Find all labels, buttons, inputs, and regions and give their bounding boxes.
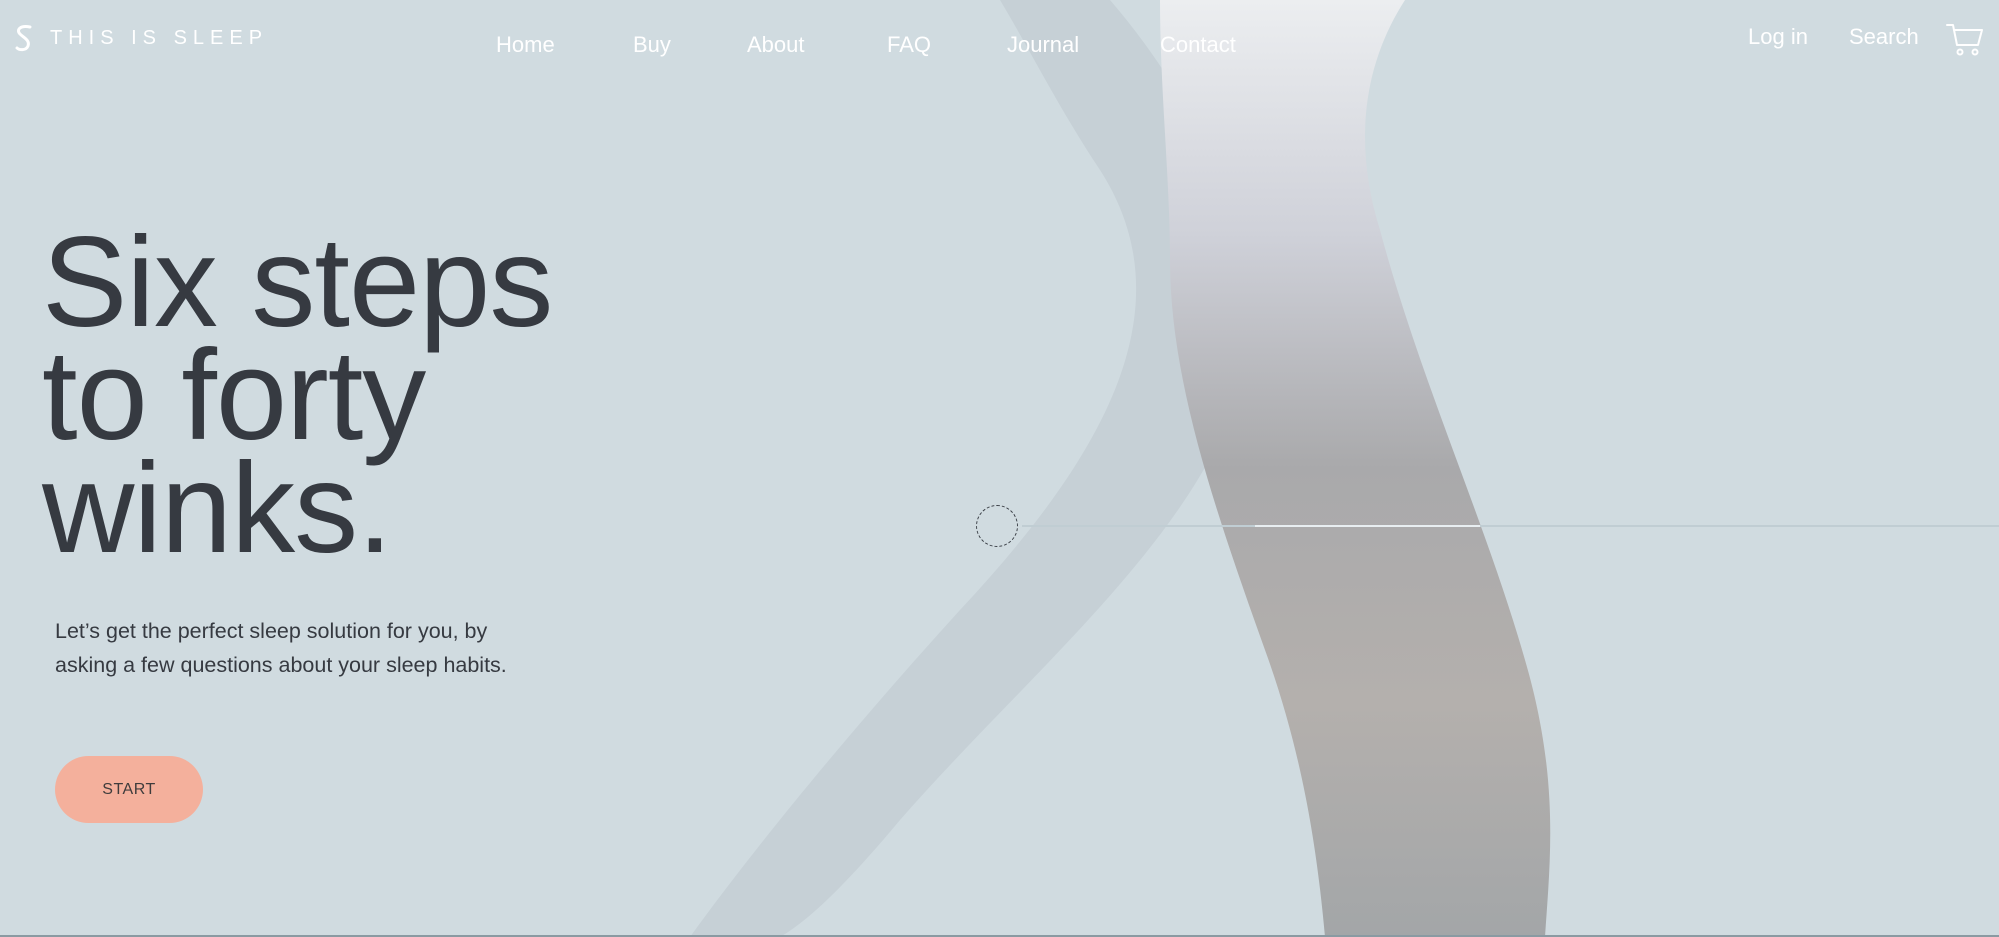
headline-line-1: Six steps (42, 211, 553, 354)
main-nav: Home Buy About FAQ Journal Contact (0, 32, 1999, 62)
nav-item-contact[interactable]: Contact (1160, 32, 1236, 58)
start-button[interactable]: START (55, 756, 203, 823)
nav-item-faq[interactable]: FAQ (887, 32, 931, 58)
hero-headline: Six steps to forty winks. (42, 211, 553, 580)
progress-line (1022, 525, 1999, 527)
login-link[interactable]: Log in (1748, 24, 1808, 50)
cart-icon[interactable] (1946, 22, 1984, 56)
nav-item-home[interactable]: Home (496, 32, 555, 58)
search-link[interactable]: Search (1849, 24, 1919, 50)
nav-item-about[interactable]: About (747, 32, 805, 58)
hero-subtext: Let’s get the perfect sleep solution for… (55, 614, 595, 682)
nav-item-journal[interactable]: Journal (1007, 32, 1079, 58)
subtext-line-2: asking a few questions about your sleep … (55, 653, 507, 677)
subtext-line-1: Let’s get the perfect sleep solution for… (55, 619, 488, 643)
scroll-indicator-circle[interactable] (976, 505, 1018, 547)
headline-line-3: winks. (42, 437, 393, 580)
nav-item-buy[interactable]: Buy (633, 32, 671, 58)
headline-line-2: to forty (42, 324, 426, 467)
photo-ribbon (1160, 0, 1551, 937)
progress-line-highlight (1255, 525, 1480, 527)
